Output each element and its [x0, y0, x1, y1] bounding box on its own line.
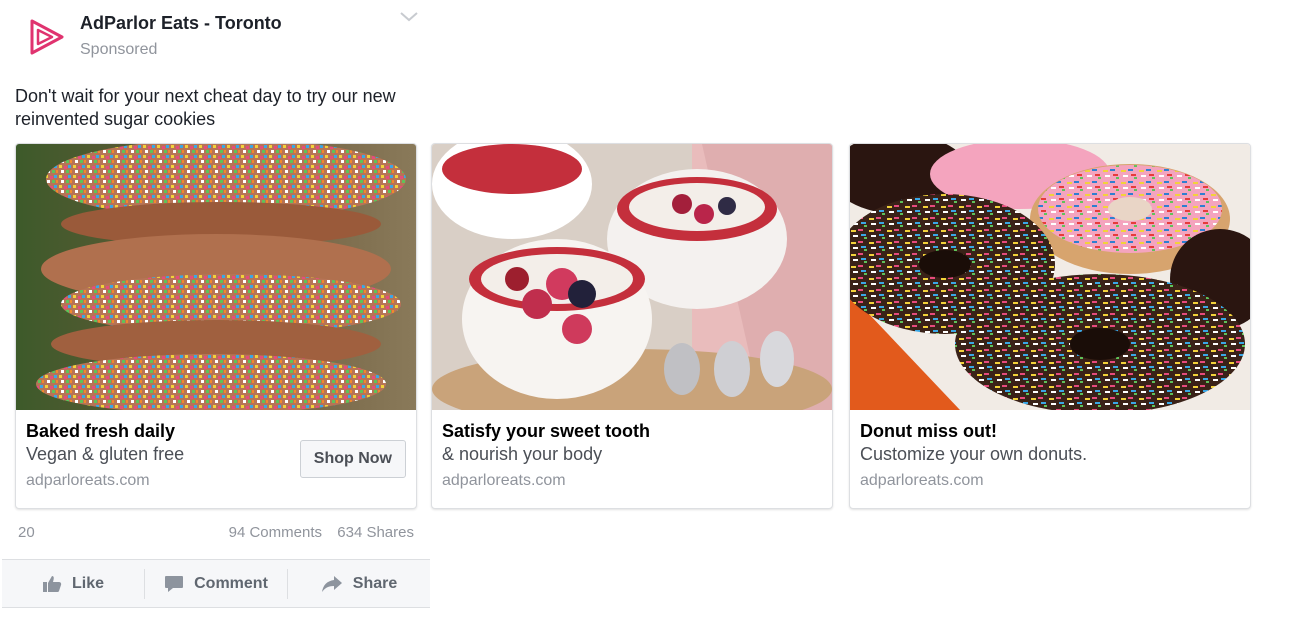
card-body: Donut miss out! Customize your own donut…: [850, 410, 1250, 508]
action-bar: Like Comment Share: [2, 559, 430, 608]
card-body: Satisfy your sweet tooth & nourish your …: [432, 410, 832, 508]
comment-button[interactable]: Comment: [144, 568, 287, 599]
card-title: Donut miss out!: [860, 421, 997, 441]
sponsored-label: Sponsored: [80, 41, 158, 58]
comment-icon: [165, 575, 184, 592]
post-header: AdParlor Eats - Toronto Sponsored: [0, 0, 430, 80]
carousel-card-2[interactable]: Satisfy your sweet tooth & nourish your …: [431, 143, 833, 509]
card-body: Baked fresh daily Vegan & gluten free ad…: [16, 410, 416, 508]
carousel-card-3[interactable]: Donut miss out! Customize your own donut…: [849, 143, 1251, 509]
card-description: & nourish your body: [442, 444, 603, 464]
post-message: Don't wait for your next cheat day to tr…: [15, 86, 396, 129]
page-name-link[interactable]: AdParlor Eats - Toronto: [80, 13, 282, 34]
sprinkle-cookies-image[interactable]: [16, 144, 416, 410]
sprinkle-donuts-image[interactable]: [850, 144, 1250, 410]
thumbs-up-icon: [42, 575, 62, 592]
chevron-down-icon[interactable]: [398, 10, 420, 24]
reactions-count[interactable]: 20: [18, 524, 35, 541]
page-logo-icon[interactable]: [22, 12, 72, 62]
comment-label: Comment: [194, 574, 268, 592]
card-domain: adparloreats.com: [860, 472, 984, 489]
card-title: Satisfy your sweet tooth: [442, 421, 651, 441]
berry-yogurt-bowls-image[interactable]: [432, 144, 832, 410]
shares-count[interactable]: 634 Shares: [337, 524, 414, 541]
shop-now-button[interactable]: Shop Now: [299, 440, 406, 478]
share-label: Share: [352, 574, 398, 592]
comments-count[interactable]: 94 Comments: [229, 524, 322, 541]
post-stats: 20 94 Comments 634 Shares: [0, 520, 430, 548]
card-title: Baked fresh daily: [26, 421, 176, 441]
like-button[interactable]: Like: [2, 569, 144, 599]
share-button[interactable]: Share: [287, 568, 430, 599]
share-arrow-icon: [321, 575, 342, 592]
card-domain: adparloreats.com: [442, 472, 566, 489]
carousel-card-1[interactable]: Baked fresh daily Vegan & gluten free ad…: [15, 143, 417, 509]
card-description: Customize your own donuts.: [860, 444, 1088, 464]
like-label: Like: [71, 574, 104, 592]
